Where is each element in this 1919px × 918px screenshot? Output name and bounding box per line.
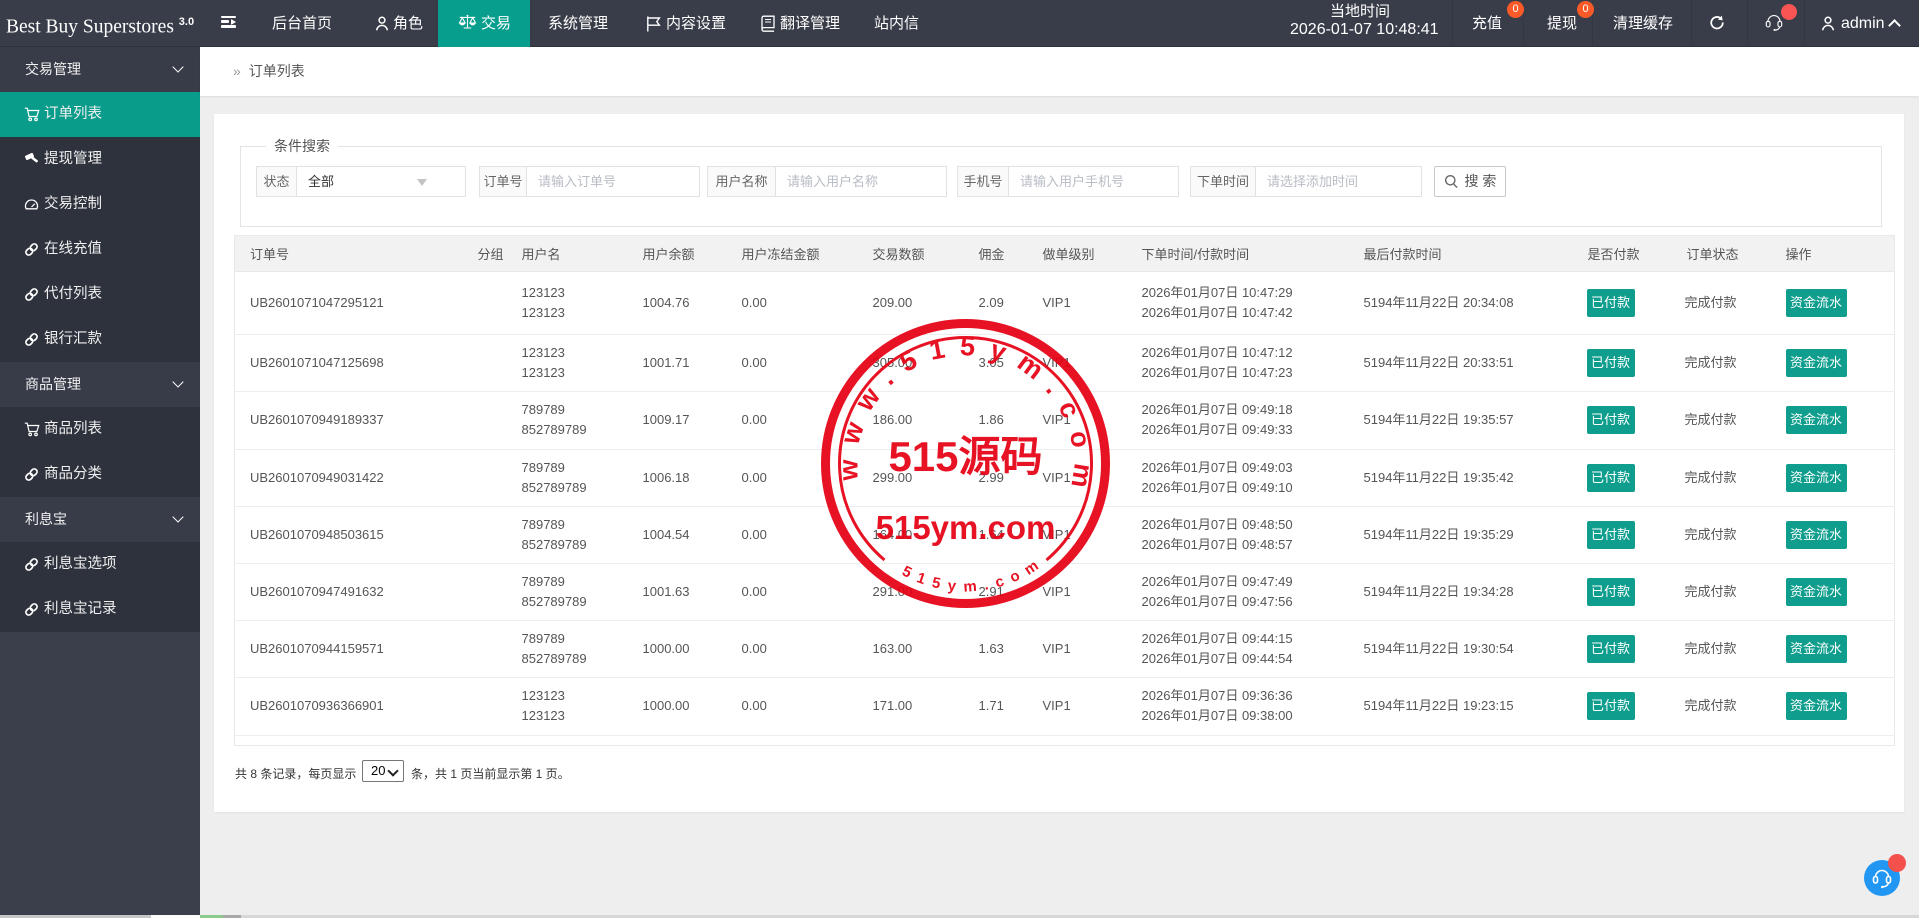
svg-text:515源码: 515源码 [888, 433, 1042, 480]
svg-text:515ym.com: 515ym.com [876, 509, 1056, 546]
